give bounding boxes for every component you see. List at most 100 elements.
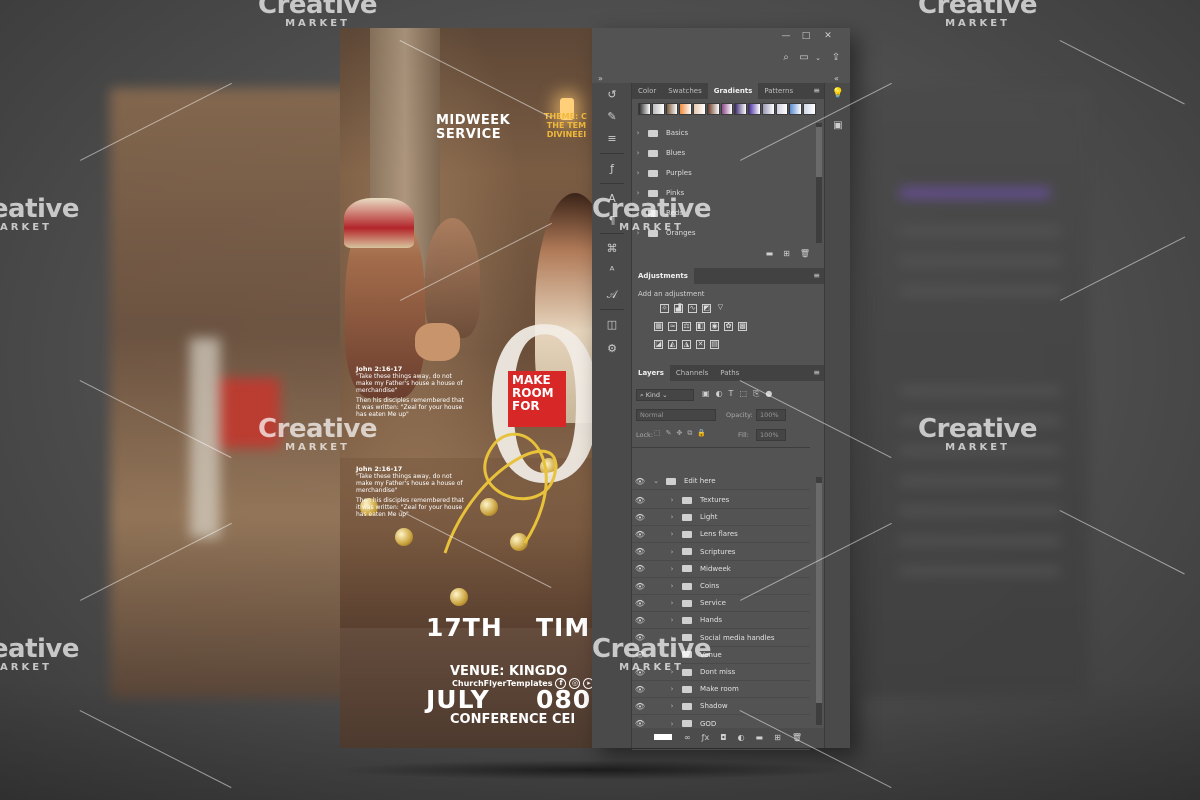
gradient-swatch[interactable] — [638, 103, 651, 115]
search-icon[interactable]: ⌕ — [780, 52, 792, 64]
layer-row[interactable]: 👁 › Shadow — [632, 698, 810, 716]
maximize-icon[interactable]: □ — [800, 31, 812, 41]
blend-mode-select[interactable]: Normal — [636, 409, 716, 421]
eye-icon[interactable]: 👁 — [632, 547, 648, 556]
eye-icon[interactable]: 👁 — [632, 650, 648, 659]
layer-row[interactable]: 👁 › Coins — [632, 578, 810, 595]
glyph-a-icon[interactable]: 𝒜 — [604, 287, 620, 303]
chevron-right-icon[interactable]: › — [666, 496, 678, 504]
filter-type-icon[interactable]: T — [729, 389, 734, 399]
gradient-swatch[interactable] — [761, 103, 775, 115]
workspace-icon[interactable]: ▭ — [798, 52, 810, 64]
libraries-icon[interactable]: ⚙ — [604, 341, 620, 357]
paragraph-icon[interactable]: ¶ — [604, 213, 620, 229]
eye-icon[interactable]: 👁 — [632, 582, 648, 591]
collapse-right-icon[interactable]: « — [834, 74, 839, 83]
gradients-scrollbar[interactable] — [816, 123, 822, 243]
chevron-right-icon[interactable]: › — [666, 668, 678, 676]
chevron-right-icon[interactable]: › — [666, 685, 678, 693]
layer-row[interactable]: 👁 › Make room — [632, 681, 810, 699]
chevron-right-icon[interactable]: › — [666, 651, 678, 659]
layer-group-edit-here[interactable]: 👁 ⌄ Edit here — [632, 473, 810, 490]
adjustment-brush-icon[interactable]: ✎ — [604, 109, 620, 125]
lock-move-icon[interactable]: ✥ — [677, 429, 683, 438]
photo-filter-icon[interactable]: ◉ — [710, 322, 719, 331]
tab-layers[interactable]: Layers — [632, 365, 670, 381]
panel-menu-icon[interactable]: ≡ — [813, 368, 820, 377]
fx-icon[interactable]: ƒ — [604, 161, 620, 177]
levels-icon[interactable]: ▟ — [674, 304, 683, 313]
chevron-right-icon[interactable]: › — [632, 209, 644, 217]
gradient-folder[interactable]: › Basics — [632, 123, 812, 143]
collapse-left-icon[interactable]: » — [598, 74, 603, 83]
eye-icon[interactable]: 👁 — [632, 496, 648, 505]
3d-cube-icon[interactable]: ◫ — [604, 317, 620, 333]
close-icon[interactable]: ✕ — [822, 31, 834, 41]
gradient-swatch[interactable] — [679, 103, 693, 115]
fx-icon[interactable]: ƒx — [702, 733, 710, 742]
tab-channels[interactable]: Channels — [670, 365, 714, 381]
eye-icon[interactable]: 👁 — [632, 530, 648, 539]
chevron-right-icon[interactable]: › — [666, 513, 678, 521]
chevron-right-icon[interactable]: › — [666, 582, 678, 590]
history-icon[interactable]: ↺ — [604, 87, 620, 103]
character-icon[interactable]: A — [604, 191, 620, 207]
tab-gradients[interactable]: Gradients — [707, 83, 759, 99]
black-white-icon[interactable]: ◧ — [696, 322, 705, 331]
chevron-right-icon[interactable]: › — [632, 229, 644, 237]
new-group-icon[interactable]: ▬ — [766, 249, 774, 258]
opacity-field[interactable]: 100% — [756, 409, 786, 421]
new-layer-icon[interactable]: ⊞ — [774, 733, 781, 742]
gradient-folder[interactable]: › Oranges — [632, 223, 812, 243]
chevron-right-icon[interactable]: › — [632, 129, 644, 137]
chevron-right-icon[interactable]: › — [666, 634, 678, 642]
hue-saturation-icon[interactable]: ≈ — [668, 322, 677, 331]
link-layers-icon[interactable]: ∞ — [684, 733, 691, 742]
chevron-right-icon[interactable]: › — [632, 149, 644, 157]
tab-swatches[interactable]: Swatches — [662, 83, 707, 99]
eye-icon[interactable]: 👁 — [632, 564, 648, 573]
filter-shape-icon[interactable]: ⬚ — [739, 389, 747, 399]
learn-icon[interactable]: 💡 — [831, 87, 845, 101]
share-icon[interactable]: ⇪ — [830, 52, 842, 64]
glyphs-icon[interactable]: ⌘ — [604, 241, 620, 257]
chevron-down-icon[interactable]: ⌄ — [650, 477, 662, 485]
panel-menu-icon[interactable]: ≡ — [813, 271, 820, 280]
eye-icon[interactable]: 👁 — [632, 513, 648, 522]
gradient-folder[interactable]: › Purples — [632, 163, 812, 183]
chevron-right-icon[interactable]: › — [632, 189, 644, 197]
filter-pixel-icon[interactable]: ▣ — [702, 389, 710, 399]
posterize-icon[interactable]: ◭ — [668, 340, 677, 349]
new-fill-layer-icon[interactable]: ◐ — [738, 733, 745, 742]
gradient-map-icon[interactable]: ▤ — [710, 340, 719, 349]
chevron-right-icon[interactable]: › — [666, 702, 678, 710]
gradient-swatch[interactable] — [734, 103, 748, 115]
add-mask-icon[interactable]: ◘ — [720, 733, 726, 742]
text-style-icon[interactable]: ᴬ — [604, 263, 620, 279]
layer-filter-select[interactable]: ⌕ Kind ⌄ — [636, 389, 694, 401]
selective-color-icon[interactable]: ✕ — [696, 340, 705, 349]
gradient-triangle-icon[interactable]: ▽ — [716, 304, 725, 313]
properties-icon[interactable]: ≡ — [604, 131, 620, 147]
color-balance-icon[interactable]: ⚖ — [682, 322, 691, 331]
eye-icon[interactable]: 👁 — [632, 599, 648, 608]
tab-patterns[interactable]: Patterns — [758, 83, 799, 99]
eye-icon[interactable]: 👁 — [632, 633, 648, 642]
lock-paint-icon[interactable]: ✎ — [666, 429, 672, 438]
color-lookup-icon[interactable]: ▩ — [738, 322, 747, 331]
layer-row[interactable]: 👁 › Lens flares — [632, 526, 810, 544]
layer-row[interactable]: 👁 › Light — [632, 509, 810, 527]
gradient-swatch[interactable] — [775, 103, 789, 115]
brightness-icon[interactable]: ☼ — [660, 304, 669, 313]
gradient-swatch[interactable] — [789, 103, 803, 115]
gradient-swatch[interactable] — [720, 103, 734, 115]
gradient-folder[interactable]: › Pinks — [632, 183, 812, 203]
layer-row[interactable]: 👁 › Venue — [632, 647, 810, 664]
layer-row[interactable]: 👁 › Textures — [632, 492, 810, 509]
chevron-right-icon[interactable]: › — [666, 548, 678, 556]
eye-icon[interactable]: 👁 — [632, 668, 648, 677]
filter-adjustment-icon[interactable]: ◐ — [716, 389, 723, 399]
gradient-swatch[interactable] — [651, 103, 665, 115]
lock-transparent-icon[interactable]: ⬚ — [654, 429, 661, 438]
eye-icon[interactable]: 👁 — [632, 702, 648, 711]
